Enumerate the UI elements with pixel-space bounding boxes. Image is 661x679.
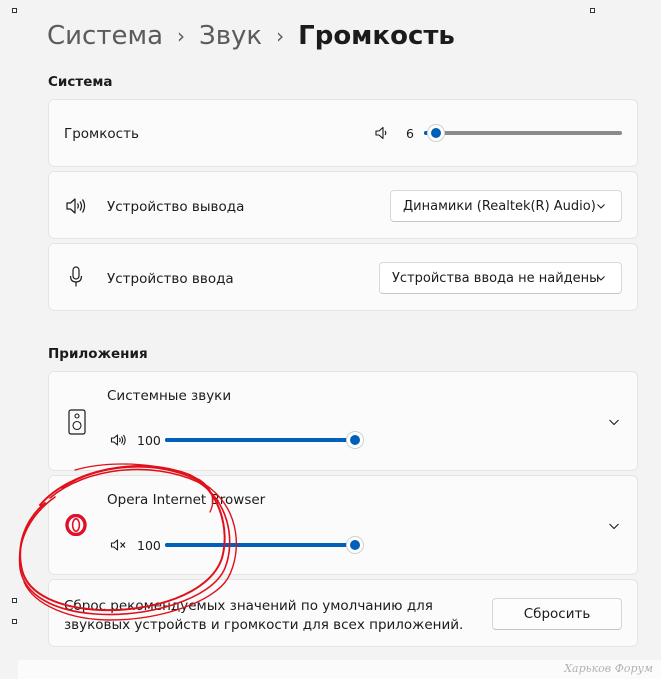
master-volume-value: 6 xyxy=(406,126,414,141)
app-volume-slider[interactable] xyxy=(165,431,364,449)
watermark: Харьков Форум xyxy=(564,662,653,675)
chevron-down-icon xyxy=(597,204,605,209)
master-volume-slider[interactable] xyxy=(424,124,622,142)
output-device-selected: Динамики (Realtek(R) Audio) xyxy=(403,198,596,214)
section-title-apps: Приложения xyxy=(48,346,148,362)
sidebar-edge xyxy=(0,0,19,679)
speaker-device-icon xyxy=(68,409,86,435)
breadcrumb-item-system[interactable]: Система xyxy=(47,18,163,54)
reset-button[interactable]: Сбросить xyxy=(492,598,622,630)
input-device-label: Устройство ввода xyxy=(107,271,234,287)
selection-handle xyxy=(12,598,17,603)
app-card-opera[interactable] xyxy=(48,475,638,575)
selection-handle xyxy=(590,8,595,13)
output-device-label: Устройство вывода xyxy=(107,199,245,215)
chevron-down-icon xyxy=(597,276,605,281)
speaker-muted-icon[interactable] xyxy=(110,538,128,552)
selection-handle xyxy=(12,8,17,13)
chevron-down-icon[interactable] xyxy=(608,416,620,428)
slider-thumb[interactable] xyxy=(426,124,445,142)
app-volume-value: 100 xyxy=(137,433,161,448)
speaker-volume-icon xyxy=(66,198,86,214)
app-volume-slider[interactable] xyxy=(165,536,364,554)
reset-description: Сброс рекомендуемых значений по умолчани… xyxy=(64,598,464,633)
breadcrumb-item-sound[interactable]: Звук xyxy=(199,18,262,54)
selection-handle xyxy=(12,619,17,624)
slider-fill xyxy=(165,543,355,547)
speaker-icon[interactable] xyxy=(374,125,390,141)
app-name-opera: Opera Internet Browser xyxy=(107,492,266,508)
master-volume-label: Громкость xyxy=(64,126,139,142)
chevron-right-icon: › xyxy=(177,24,186,48)
app-card-system-sounds[interactable] xyxy=(48,371,638,471)
section-title-system: Система xyxy=(48,74,113,90)
slider-fill xyxy=(165,438,355,442)
input-device-selected: Устройства ввода не найдены xyxy=(392,270,600,286)
page-title: Громкость xyxy=(298,21,455,51)
speaker-volume-icon[interactable] xyxy=(110,433,128,447)
app-name-system-sounds: Системные звуки xyxy=(107,388,232,404)
opera-logo-icon xyxy=(65,514,87,536)
breadcrumb: Система › Звук › Громкость xyxy=(47,18,455,54)
input-device-dropdown[interactable]: Устройства ввода не найдены xyxy=(379,262,622,294)
output-device-dropdown[interactable]: Динамики (Realtek(R) Audio) xyxy=(390,190,622,222)
slider-thumb[interactable] xyxy=(346,431,364,449)
chevron-down-icon[interactable] xyxy=(608,520,620,532)
chevron-right-icon: › xyxy=(276,24,285,48)
slider-thumb[interactable] xyxy=(346,536,364,554)
microphone-icon xyxy=(69,266,83,287)
app-volume-value: 100 xyxy=(137,538,161,553)
